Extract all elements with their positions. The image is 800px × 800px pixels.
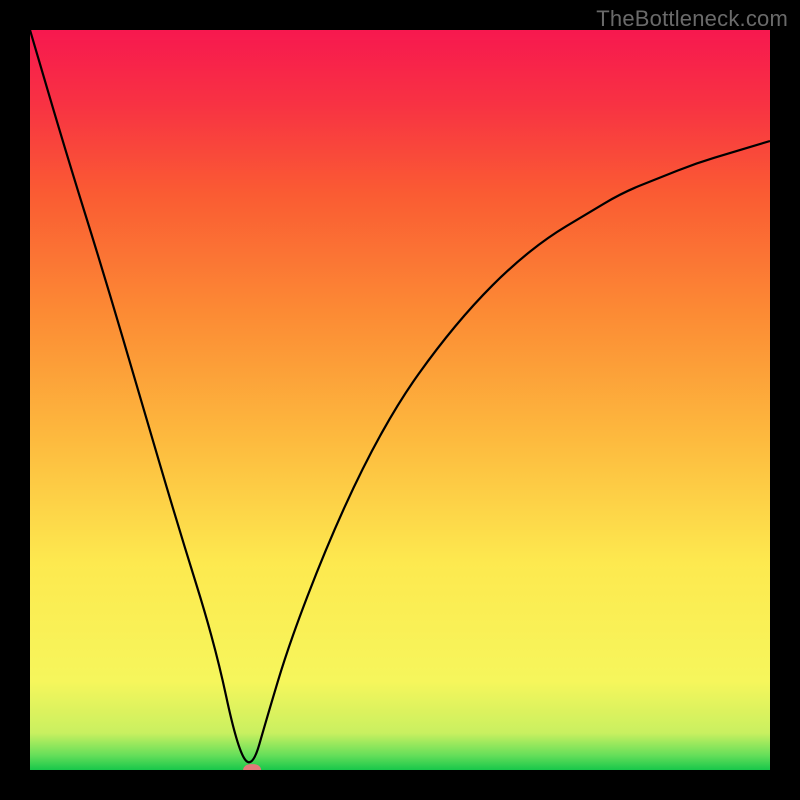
plot-area xyxy=(30,30,770,770)
bottleneck-curve xyxy=(30,30,770,762)
curve-svg xyxy=(30,30,770,770)
watermark-text: TheBottleneck.com xyxy=(596,6,788,32)
optimal-point-marker xyxy=(243,764,261,770)
chart-frame: TheBottleneck.com xyxy=(0,0,800,800)
